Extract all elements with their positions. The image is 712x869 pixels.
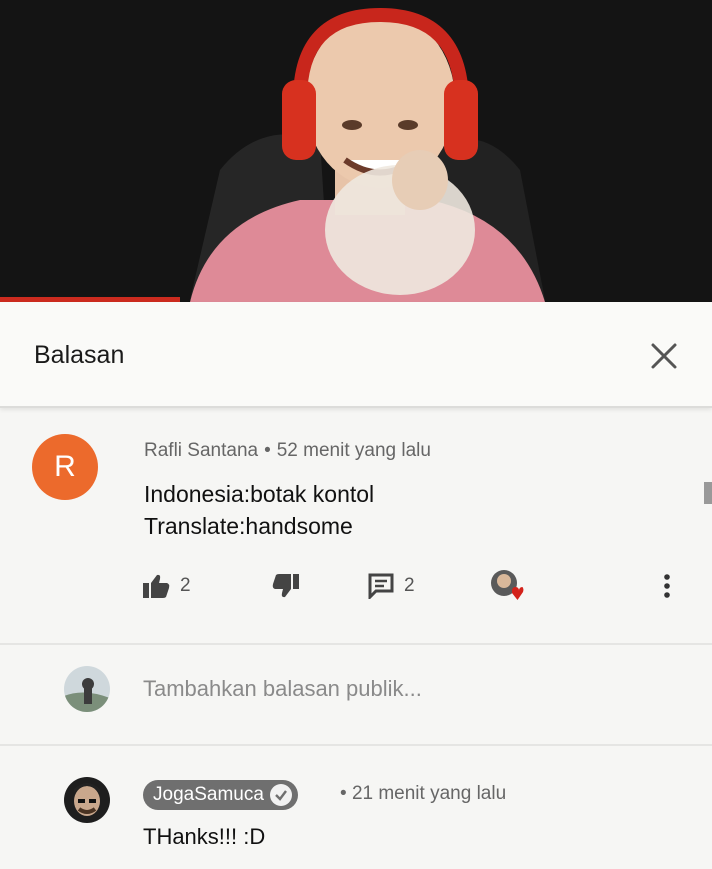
user-avatar — [64, 666, 110, 712]
thumb-down-icon — [272, 574, 299, 598]
scroll-indicator — [704, 482, 712, 504]
reply-avatar[interactable] — [64, 777, 110, 823]
reply-text: THanks!!! :D — [143, 824, 266, 849]
reply-author: JogaSamuca — [153, 784, 264, 805]
replies-panel-header: Balasan — [0, 302, 712, 408]
avatar[interactable]: R — [32, 434, 98, 500]
comment-author[interactable]: Rafli Santana — [144, 440, 258, 461]
video-player[interactable] — [0, 0, 712, 302]
close-button[interactable] — [644, 336, 684, 376]
check-icon — [275, 790, 287, 801]
separator-dot: • — [340, 783, 347, 804]
divider — [0, 744, 712, 746]
creator-heart — [490, 566, 524, 606]
comment-meta: Rafli Santana • 52 menit yang lalu — [144, 440, 431, 462]
like-count: 2 — [180, 575, 191, 596]
comment-time: 52 menit yang lalu — [276, 440, 431, 461]
video-frame — [0, 0, 712, 302]
comment-actions: 2 2 — [140, 566, 700, 606]
more-vert-icon — [664, 574, 670, 598]
reply-meta: • 21 menit yang lalu — [340, 783, 506, 805]
divider — [0, 643, 712, 645]
comment-line: Translate:handsome — [144, 513, 353, 539]
verified-check — [269, 784, 292, 806]
dislike-button[interactable] — [272, 566, 300, 606]
comment-text: Indonesia:botak kontol Translate:handsom… — [144, 478, 374, 542]
thumb-up-icon — [143, 574, 170, 598]
reply-count: 2 — [404, 575, 415, 596]
close-icon — [651, 343, 677, 369]
reply-icon — [368, 573, 394, 599]
comment-line: Indonesia:botak kontol — [144, 481, 375, 507]
more-options-button[interactable] — [662, 566, 672, 606]
panel-title: Balasan — [34, 341, 125, 369]
creator-heart-icon — [491, 570, 524, 600]
like-button[interactable]: 2 — [142, 566, 191, 606]
reply-time: 21 menit yang lalu — [351, 783, 507, 804]
reply-input[interactable]: Tambahkan balasan publik... — [143, 676, 422, 702]
separator-dot: • — [264, 440, 271, 461]
reply-author-badge[interactable]: JogaSamuca — [143, 780, 298, 810]
reply-button[interactable]: 2 — [368, 566, 415, 606]
